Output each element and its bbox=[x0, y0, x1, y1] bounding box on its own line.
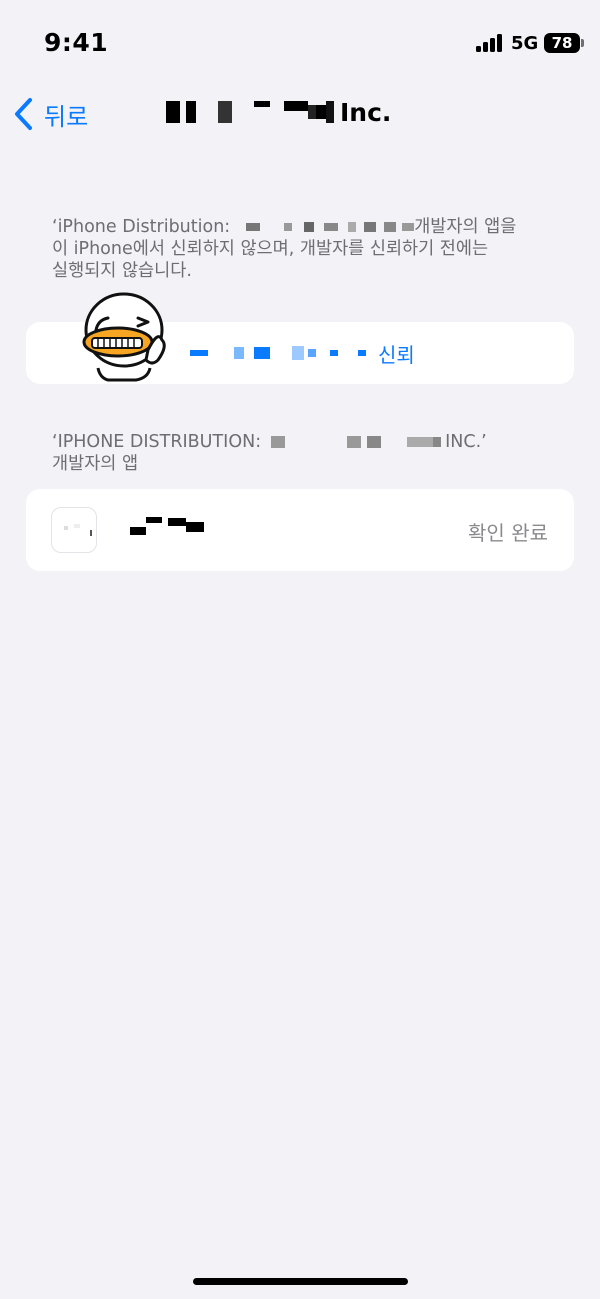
page-title-suffix: Inc. bbox=[340, 97, 392, 127]
trust-description-line2: 이 iPhone에서 신뢰하지 않으며, 개발자를 신뢰하기 전에는 bbox=[52, 239, 489, 259]
trust-description-line3: 실행되지 않습니다. bbox=[52, 261, 192, 281]
apps-header-suffix: INC.’ bbox=[445, 432, 487, 452]
screen: 9:41 5G 78 뒤로 Inc. ‘iPhone Distribution:… bbox=[0, 0, 600, 1299]
redacted-developer-name bbox=[271, 436, 442, 448]
trust-description-line1: ‘iPhone Distribution: bbox=[52, 217, 231, 237]
app-icon bbox=[51, 507, 97, 553]
navigation-bar: 뒤로 Inc. bbox=[0, 88, 600, 144]
trust-description: ‘iPhone Distribution: 개발자의 앱을 이 iPhone에서… bbox=[52, 216, 560, 282]
status-bar: 9:41 5G 78 bbox=[0, 0, 600, 88]
cellular-signal-icon bbox=[476, 34, 504, 52]
status-time: 9:41 bbox=[44, 28, 109, 57]
character-sticker-icon bbox=[82, 292, 166, 382]
redacted-developer-name bbox=[190, 346, 366, 360]
back-button[interactable]: 뒤로 bbox=[10, 94, 88, 134]
redacted-developer-name bbox=[166, 101, 334, 123]
redacted-app-name bbox=[130, 515, 204, 535]
trust-button[interactable]: 신뢰 bbox=[190, 322, 415, 384]
apps-header-line2: 개발자의 앱 bbox=[52, 454, 139, 474]
trust-label: 신뢰 bbox=[378, 342, 415, 367]
page-title: Inc. bbox=[166, 92, 391, 132]
apps-header-prefix: ‘IPHONE DISTRIBUTION: bbox=[52, 432, 262, 452]
back-label: 뒤로 bbox=[44, 102, 89, 131]
battery-icon: 78 bbox=[544, 33, 580, 53]
redacted-developer-name bbox=[246, 222, 415, 232]
battery-cap bbox=[581, 39, 584, 47]
chevron-left-icon bbox=[15, 98, 32, 130]
apps-section-header: ‘IPHONE DISTRIBUTION: INC.’ 개발자의 앱 bbox=[52, 431, 487, 475]
app-verification-status: 확인 완료 bbox=[468, 521, 548, 545]
app-row[interactable]: 확인 완료 bbox=[26, 489, 574, 571]
home-indicator[interactable] bbox=[193, 1278, 408, 1285]
trust-description-line1-tail: 개발자의 앱을 bbox=[414, 217, 517, 237]
network-type: 5G bbox=[511, 33, 539, 54]
